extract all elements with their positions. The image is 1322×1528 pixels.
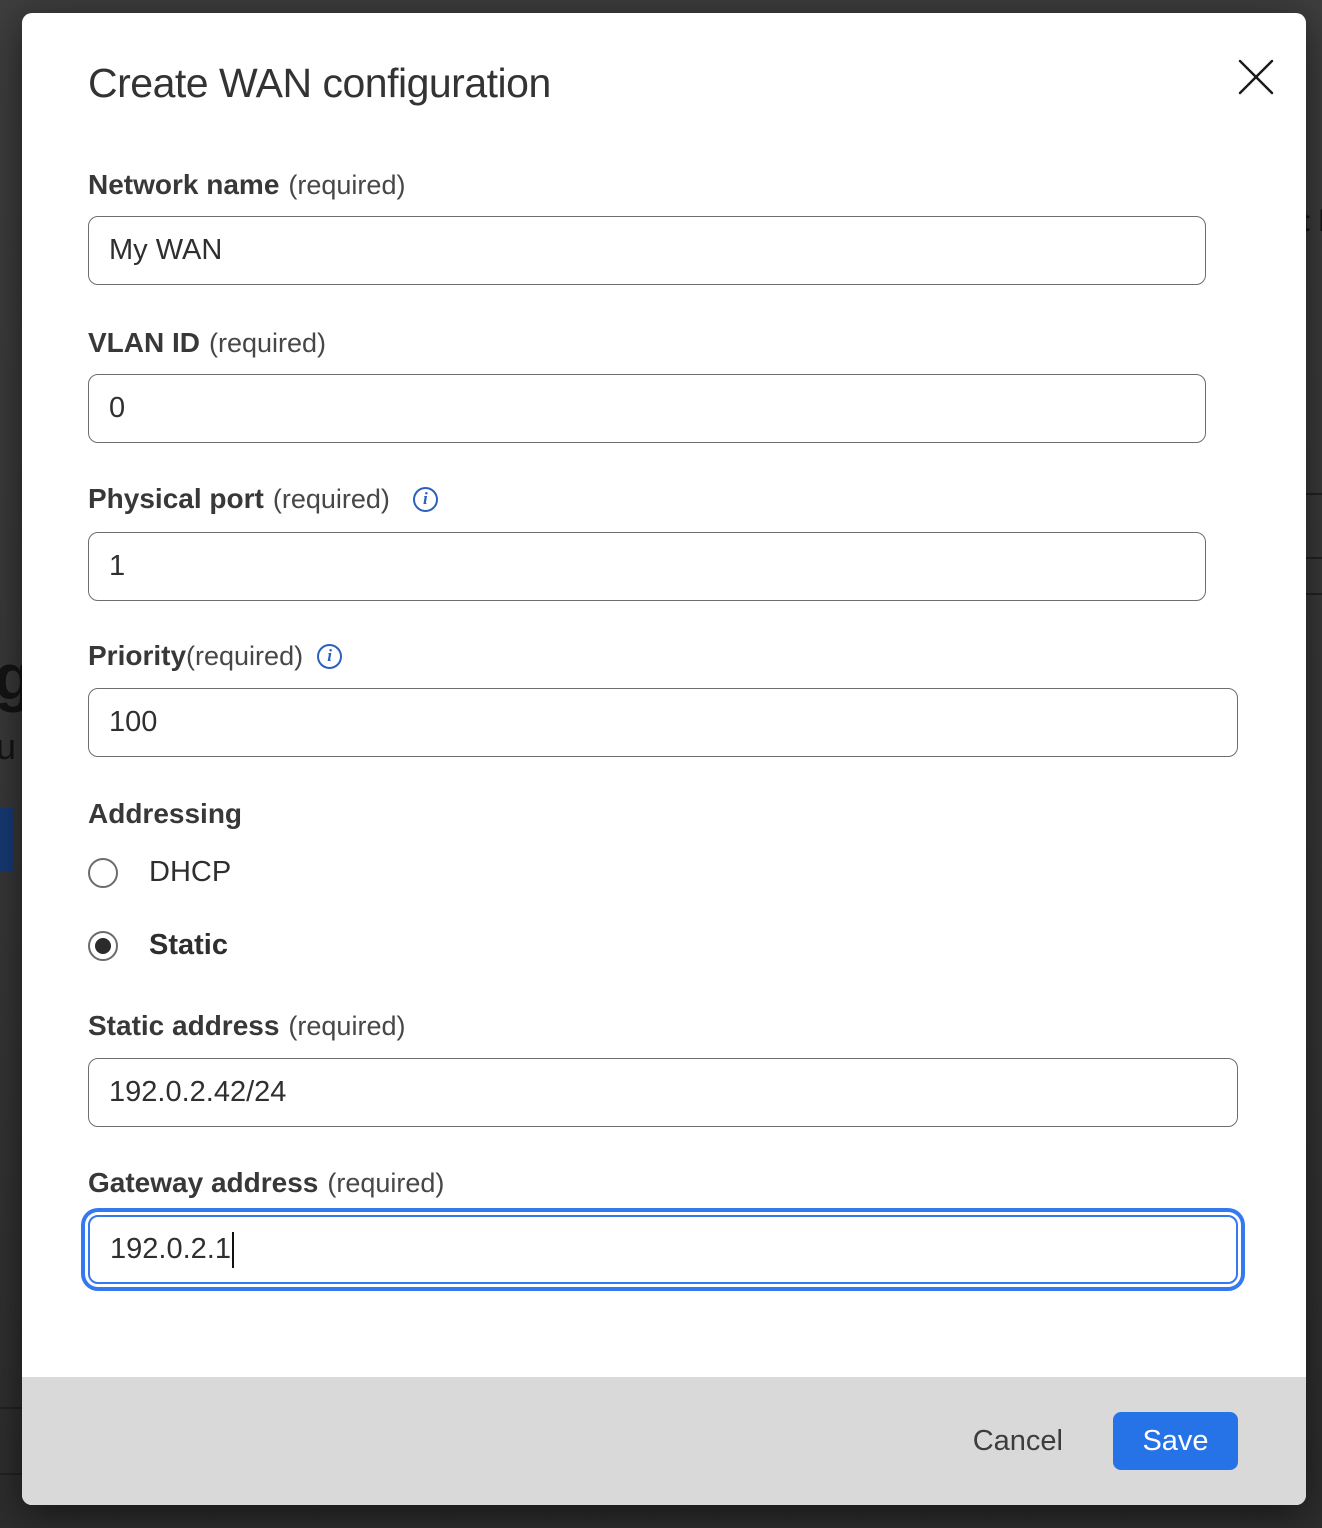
radio-button-dhcp[interactable] bbox=[88, 858, 118, 888]
background-table-line bbox=[0, 1473, 22, 1475]
physical-port-input[interactable]: 1 bbox=[88, 532, 1206, 601]
required-hint: (required) bbox=[288, 1011, 405, 1042]
text-cursor bbox=[232, 1232, 234, 1268]
vlan-id-input[interactable]: 0 bbox=[88, 374, 1206, 443]
required-hint: (required) bbox=[288, 170, 405, 201]
priority-label: Priority bbox=[88, 640, 186, 672]
info-icon[interactable]: i bbox=[317, 644, 342, 669]
field-physical-port: Physical port (required) i 1 bbox=[88, 484, 1306, 601]
field-vlan-id: VLAN ID (required) 0 bbox=[88, 328, 1306, 443]
network-name-input[interactable]: My WAN bbox=[88, 216, 1206, 285]
vlan-id-label: VLAN ID bbox=[88, 327, 200, 359]
radio-label-dhcp: DHCP bbox=[149, 856, 231, 889]
save-button[interactable]: Save bbox=[1113, 1412, 1238, 1470]
background-table-line bbox=[1306, 493, 1322, 495]
radio-label-static: Static bbox=[149, 929, 228, 962]
required-hint: (required) bbox=[209, 328, 326, 359]
field-priority: Priority (required) i 100 bbox=[88, 641, 1306, 757]
radio-option-dhcp[interactable]: DHCP bbox=[88, 857, 1306, 888]
network-name-label: Network name bbox=[88, 169, 279, 201]
background-table-line bbox=[0, 1407, 22, 1409]
static-address-value: 192.0.2.42/24 bbox=[109, 1076, 286, 1109]
vlan-id-value: 0 bbox=[109, 392, 125, 425]
background-table-line bbox=[1306, 557, 1322, 559]
priority-value: 100 bbox=[109, 706, 157, 739]
physical-port-label: Physical port bbox=[88, 483, 264, 515]
network-name-value: My WAN bbox=[109, 234, 222, 267]
static-address-input[interactable]: 192.0.2.42/24 bbox=[88, 1058, 1238, 1127]
required-hint: (required) bbox=[273, 484, 390, 515]
radio-button-static[interactable] bbox=[88, 931, 118, 961]
background-table-line bbox=[1306, 593, 1322, 595]
required-hint: (required) bbox=[186, 641, 303, 672]
gateway-address-value: 192.0.2.1 bbox=[110, 1233, 231, 1266]
field-gateway-address: Gateway address (required) 192.0.2.1 bbox=[88, 1168, 1306, 1284]
info-icon[interactable]: i bbox=[413, 487, 438, 512]
addressing-group-label: Addressing bbox=[88, 798, 1306, 828]
radio-option-static[interactable]: Static bbox=[88, 930, 1306, 961]
field-network-name: Network name (required) My WAN bbox=[88, 170, 1306, 285]
required-hint: (required) bbox=[327, 1168, 444, 1199]
background-button-fragment bbox=[0, 808, 14, 872]
close-button[interactable] bbox=[1232, 53, 1280, 101]
dialog-title: Create WAN configuration bbox=[88, 58, 1306, 108]
gateway-address-input[interactable]: 192.0.2.1 bbox=[88, 1215, 1238, 1284]
dialog-body: Network name (required) My WAN VLAN ID (… bbox=[22, 170, 1306, 1284]
gateway-address-label: Gateway address bbox=[88, 1167, 318, 1199]
field-static-address: Static address (required) 192.0.2.42/24 bbox=[88, 1011, 1306, 1127]
close-icon bbox=[1238, 59, 1274, 95]
create-wan-configuration-dialog: Create WAN configuration Network name (r… bbox=[22, 13, 1306, 1505]
physical-port-value: 1 bbox=[109, 550, 125, 583]
background-text-fragment: u bbox=[0, 726, 16, 768]
cancel-button[interactable]: Cancel bbox=[973, 1425, 1063, 1458]
static-address-label: Static address bbox=[88, 1010, 279, 1042]
dialog-footer: Cancel Save bbox=[22, 1377, 1306, 1505]
priority-input[interactable]: 100 bbox=[88, 688, 1238, 757]
